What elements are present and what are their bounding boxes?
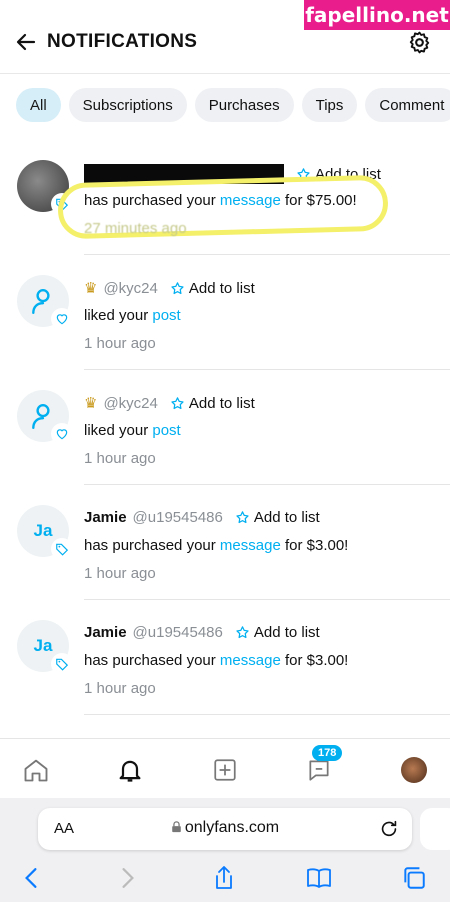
share-button[interactable] [210, 864, 238, 892]
back-arrow-icon[interactable] [14, 30, 38, 54]
add-to-list-button[interactable]: Add to list [235, 509, 320, 526]
notification-list: Add to list has purchased your message f… [0, 140, 450, 715]
add-to-list-label: Add to list [188, 394, 255, 412]
add-to-list-button[interactable]: Add to list [170, 395, 255, 412]
add-to-list-label: Add to list [253, 624, 320, 641]
user-name[interactable]: Jamie [84, 509, 127, 526]
avatar[interactable]: Ja [17, 620, 73, 675]
reload-icon[interactable] [378, 818, 400, 840]
heart-icon [51, 423, 73, 445]
notification-time: 1 hour ago [84, 450, 156, 467]
notification-header: Jamie @u19545486 Add to list [84, 624, 320, 641]
tab-messages[interactable]: 178 [304, 745, 343, 785]
chip-comments[interactable]: Comment [365, 88, 450, 122]
browser-forward-button[interactable] [114, 864, 142, 892]
message-link[interactable]: message [220, 537, 281, 554]
next-tab-preview[interactable] [420, 808, 450, 850]
notification-header: ♛ @kyc24 Add to list [84, 394, 255, 413]
user-icon [32, 404, 50, 430]
user-handle[interactable]: @u19545486 [133, 509, 223, 526]
avatar[interactable] [17, 275, 73, 330]
notification-text: has purchased your message for $75.00! [84, 192, 357, 209]
notification-time: 1 hour ago [84, 565, 156, 582]
tag-icon [51, 538, 73, 560]
watermark: fapellino.net [304, 0, 450, 30]
heart-icon [51, 308, 73, 330]
notification-item[interactable]: Ja Jamie @u19545486 Add to list has purc… [0, 485, 450, 600]
address-bar[interactable]: AA onlyfans.com [38, 808, 412, 850]
bottom-tab-bar: 178 [0, 738, 450, 798]
user-handle[interactable]: @kyc24 [103, 280, 157, 297]
notification-text: has purchased your message for $3.00! [84, 652, 349, 669]
notification-text: liked your post [84, 307, 181, 324]
browser-back-button[interactable] [17, 864, 45, 892]
message-link[interactable]: message [220, 192, 281, 209]
star-icon [171, 396, 184, 409]
tab-add[interactable] [210, 755, 240, 785]
profile-avatar [401, 757, 427, 783]
browser-chrome: AA onlyfans.com [0, 798, 450, 902]
notification-text: liked your post [84, 422, 181, 439]
chevron-left-icon [25, 868, 37, 888]
star-icon [236, 511, 249, 524]
crown-icon: ♛ [84, 395, 98, 412]
tabs-button[interactable] [400, 864, 428, 892]
filter-chips: All Subscriptions Purchases Tips Comment [16, 88, 450, 122]
user-icon [32, 289, 50, 315]
notification-item[interactable]: Add to list has purchased your message f… [0, 140, 450, 255]
chevron-right-icon [122, 868, 134, 888]
book-icon [307, 868, 331, 888]
tag-icon [51, 653, 73, 675]
message-link[interactable]: message [220, 652, 281, 669]
user-handle[interactable]: @kyc24 [103, 395, 157, 412]
notification-time: 27 minutes ago [84, 220, 187, 237]
post-link[interactable]: post [152, 422, 180, 439]
notification-time: 1 hour ago [84, 680, 156, 697]
notification-header: ♛ @kyc24 Add to list [84, 279, 255, 298]
tab-profile[interactable] [399, 755, 429, 785]
notification-item[interactable]: ♛ @kyc24 Add to list liked your post 1 h… [0, 255, 450, 370]
lock-icon [172, 821, 181, 833]
notification-item[interactable]: ♛ @kyc24 Add to list liked your post 1 h… [0, 370, 450, 485]
add-to-list-label: Add to list [253, 509, 320, 526]
chip-all[interactable]: All [16, 88, 61, 122]
notification-text: has purchased your message for $3.00! [84, 537, 349, 554]
star-icon [171, 281, 184, 294]
add-to-list-button[interactable]: Add to list [235, 624, 320, 641]
avatar[interactable] [17, 390, 73, 445]
avatar-initials: Ja [33, 636, 53, 655]
chip-subscriptions[interactable]: Subscriptions [68, 88, 187, 122]
tab-home[interactable] [21, 755, 51, 785]
messages-count-badge: 178 [312, 745, 343, 761]
star-icon [236, 626, 249, 639]
post-link[interactable]: post [152, 307, 180, 324]
url-text[interactable]: onlyfans.com [38, 819, 412, 837]
tabs-icon [404, 867, 425, 889]
gear-icon[interactable] [407, 30, 432, 55]
notification-header: Jamie @u19545486 Add to list [84, 509, 320, 526]
page-title: NOTIFICATIONS [47, 31, 198, 52]
crown-icon: ♛ [84, 280, 98, 297]
add-post-icon [214, 759, 236, 781]
add-to-list-button[interactable]: Add to list [170, 280, 255, 297]
chip-tips[interactable]: Tips [301, 88, 358, 122]
user-handle[interactable]: @u19545486 [133, 624, 223, 641]
avatar-initials: Ja [33, 521, 53, 540]
tab-notifications[interactable] [115, 755, 145, 785]
bookmarks-button[interactable] [305, 864, 333, 892]
avatar[interactable]: Ja [17, 505, 73, 560]
user-name[interactable]: Jamie [84, 624, 127, 641]
bell-icon [119, 760, 141, 782]
chip-purchases[interactable]: Purchases [194, 88, 294, 122]
share-icon [216, 866, 232, 889]
notification-item[interactable]: Ja Jamie @u19545486 Add to list has purc… [0, 600, 450, 715]
notification-time: 1 hour ago [84, 335, 156, 352]
add-to-list-label: Add to list [188, 279, 255, 297]
home-icon [24, 759, 48, 782]
